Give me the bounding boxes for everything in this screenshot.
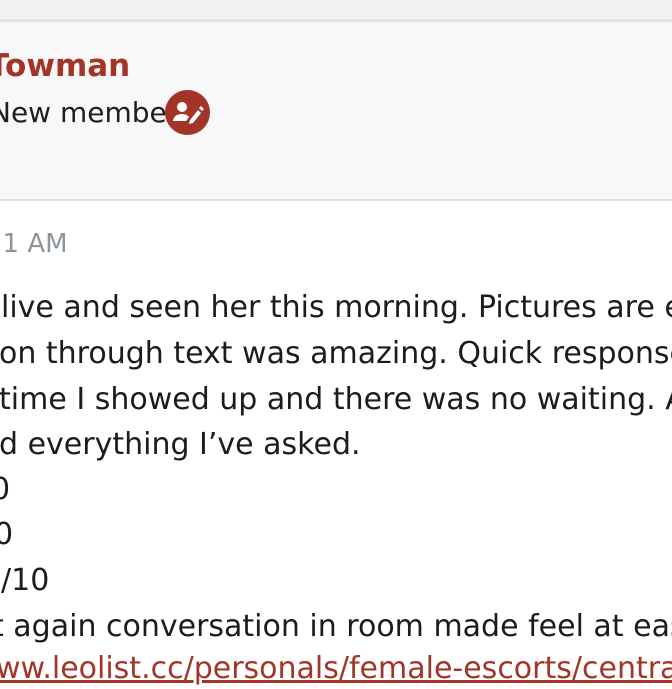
- post-body-line-2: on through text was amazing. Quick respo…: [0, 336, 672, 371]
- post-body-line-3: time I showed up and there was no waitin…: [0, 382, 672, 417]
- top-strip: [0, 0, 672, 19]
- post-external-link[interactable]: ww.leolist.cc/personals/female-escorts/c…: [0, 649, 672, 689]
- post-body-line-5: 0: [0, 472, 11, 507]
- member-badge-icon: [165, 90, 210, 135]
- post-body-line-4: d everything I’ve asked.: [0, 427, 361, 462]
- post-body-line-1: live and seen her this morning. Pictures…: [1, 290, 672, 325]
- post-body-line-6: 0: [0, 517, 14, 552]
- header-divider: [0, 199, 672, 201]
- post-timestamp[interactable]: 11 AM: [0, 226, 68, 262]
- author-title: New member: [0, 96, 179, 129]
- author-name-link[interactable]: Towman: [0, 46, 130, 86]
- post-body-line-7: /10: [1, 563, 50, 598]
- post-body-line-8: t again conversation in room made feel a…: [0, 609, 672, 644]
